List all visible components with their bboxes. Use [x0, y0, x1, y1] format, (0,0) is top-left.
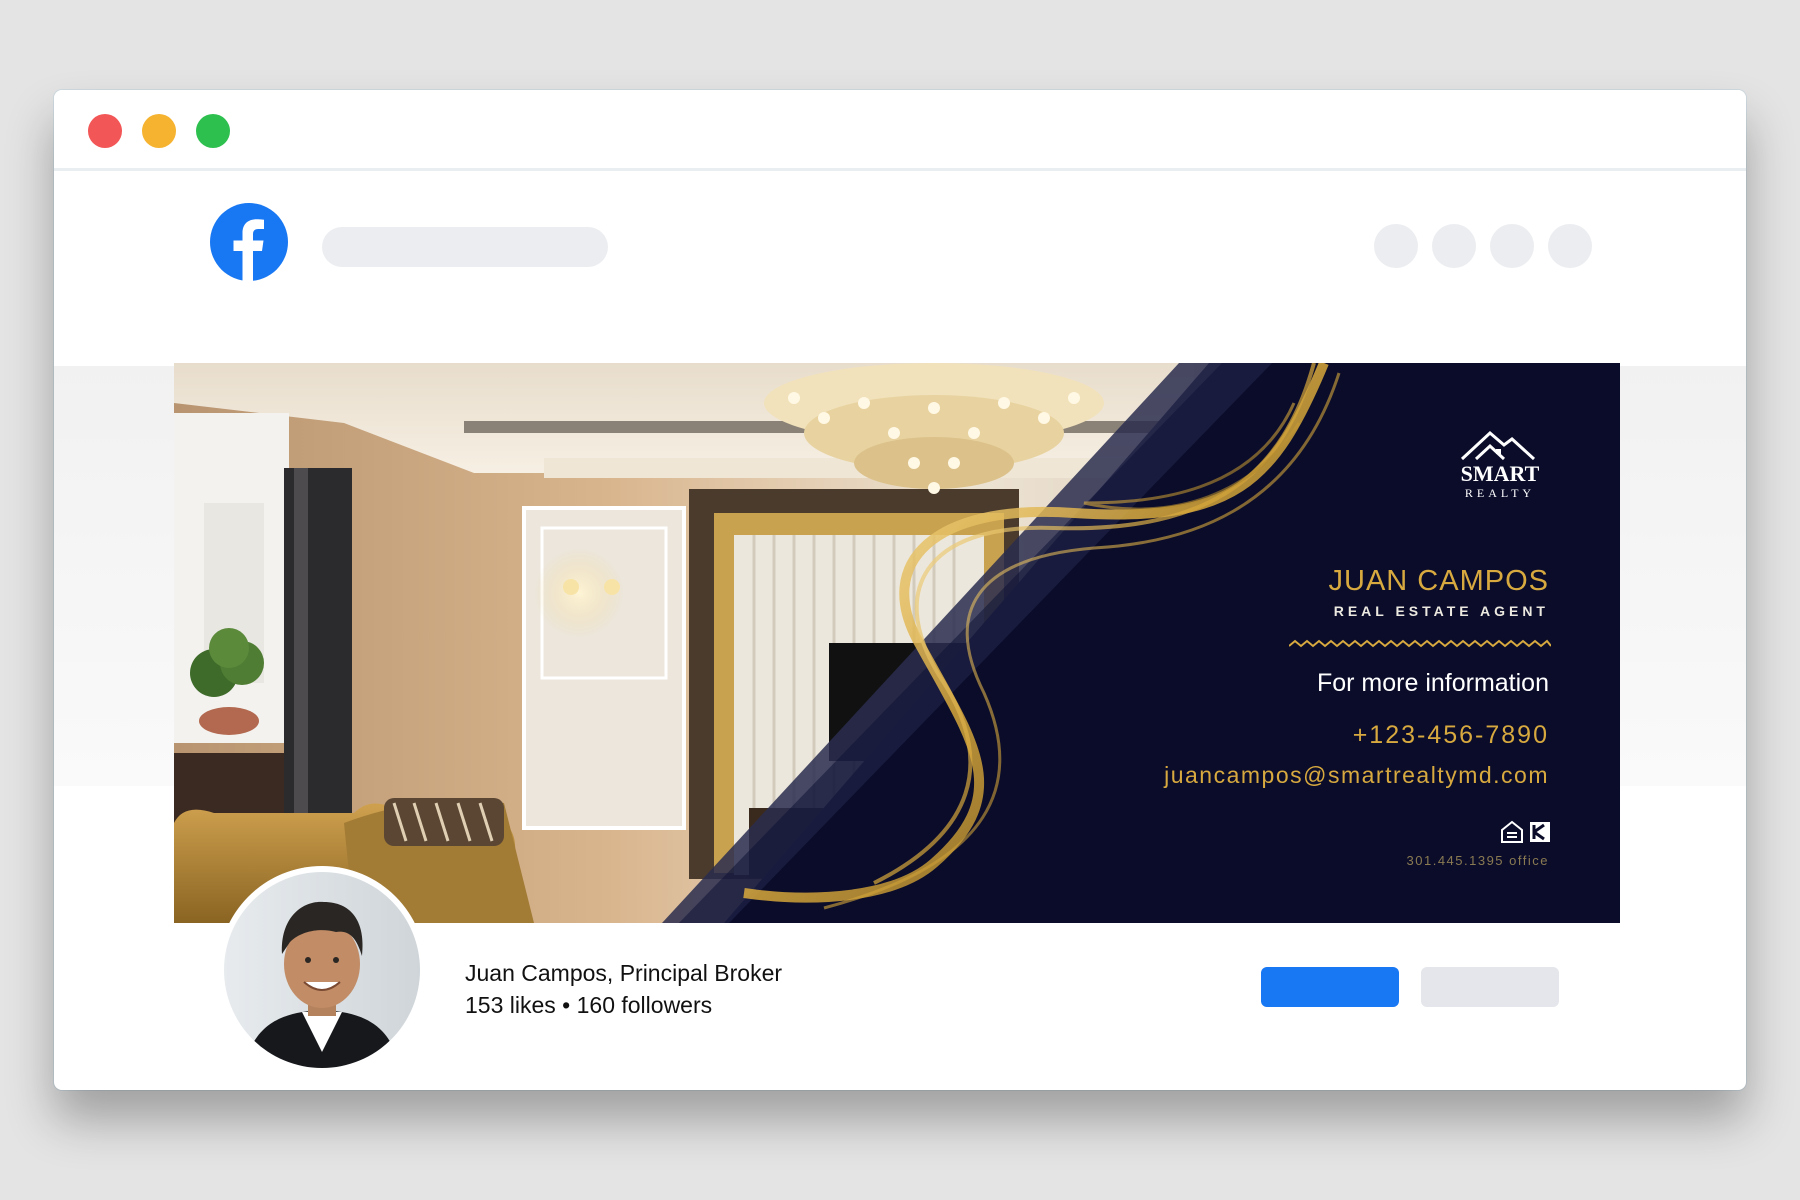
svg-text:REALTY: REALTY [1465, 486, 1535, 500]
email-address: juancampos@smartrealtymd.com [1164, 762, 1549, 788]
phone-number: +123-456-7890 [1352, 721, 1549, 749]
info-heading: For more information [1316, 669, 1549, 697]
header-account-icon[interactable] [1548, 224, 1592, 268]
cover-photo[interactable]: SMART REALTY JUAN CAMPOS REAL ESTATE AGE… [174, 363, 1620, 923]
agent-title: REAL ESTATE AGENT [1333, 603, 1549, 619]
secondary-action-button[interactable] [1421, 967, 1559, 1007]
decorative-divider [1289, 639, 1551, 648]
search-input[interactable] [322, 227, 608, 267]
close-window-button[interactable] [88, 114, 122, 148]
agent-name: JUAN CAMPOS [1328, 565, 1549, 597]
window-titlebar [54, 90, 1746, 171]
facebook-logo-icon[interactable] [210, 203, 288, 281]
smart-realty-logo: SMART REALTY [1461, 430, 1540, 500]
office-phone: 301.445.1395 office [1406, 853, 1549, 868]
facebook-header [54, 171, 1746, 366]
primary-action-button[interactable] [1261, 967, 1399, 1007]
profile-photo[interactable] [224, 872, 420, 1068]
header-notifications-icon[interactable] [1490, 224, 1534, 268]
minimize-window-button[interactable] [142, 114, 176, 148]
equal-housing-icon [1501, 820, 1550, 843]
header-messenger-icon[interactable] [1432, 224, 1476, 268]
maximize-window-button[interactable] [196, 114, 230, 148]
browser-window: SMART REALTY JUAN CAMPOS REAL ESTATE AGE… [54, 90, 1746, 1090]
page-name[interactable]: Juan Campos, Principal Broker [465, 960, 782, 987]
page-stats: 153 likes • 160 followers [465, 992, 713, 1018]
header-menu-icon[interactable] [1374, 224, 1418, 268]
svg-text:SMART: SMART [1461, 461, 1540, 486]
